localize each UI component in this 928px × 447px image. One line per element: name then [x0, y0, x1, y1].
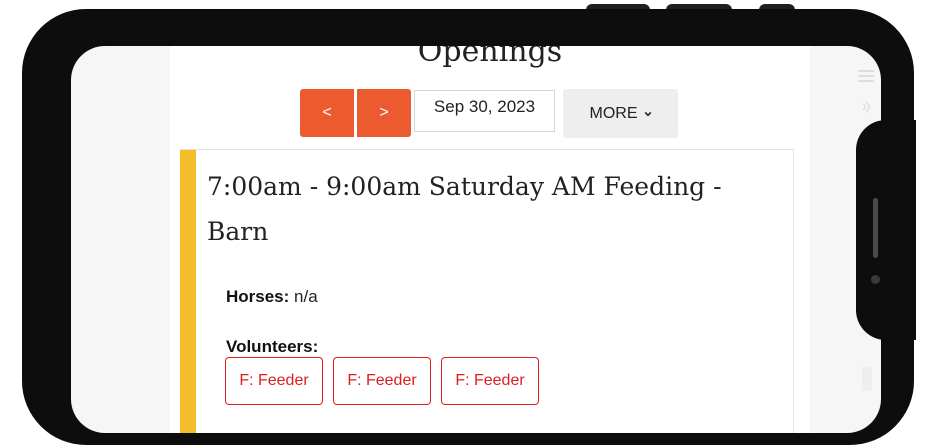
volunteer-slot-button[interactable]: F: Feeder: [441, 357, 539, 405]
phone-camera: [871, 275, 880, 284]
volunteer-slot-button[interactable]: F: Feeder: [333, 357, 431, 405]
horses-label: Horses:: [226, 287, 290, 306]
date-field[interactable]: Sep 30, 2023: [414, 90, 555, 132]
phone-screen: Openings < > Sep 30, 2023 MORE 7:00am - …: [71, 46, 881, 433]
shift-card-accent: [180, 150, 196, 433]
shift-title: 7:00am - 9:00am Saturday AM Feeding - Ba…: [207, 172, 722, 246]
phone-notch: [856, 120, 916, 340]
bookmark-icon: [862, 367, 872, 391]
horses-value: n/a: [294, 287, 318, 306]
shift-card[interactable]: 7:00am - 9:00am Saturday AM Feeding - Ba…: [180, 149, 794, 433]
page-title: Openings: [417, 46, 563, 69]
volunteer-slot-button[interactable]: F: Feeder: [225, 357, 323, 405]
chevron-down-icon: [644, 111, 651, 116]
phone-speaker: [873, 198, 878, 258]
volunteers-label: Volunteers:: [226, 337, 319, 356]
previous-day-button[interactable]: <: [300, 89, 354, 137]
schedule-page: Openings < > Sep 30, 2023 MORE 7:00am - …: [170, 46, 810, 433]
horses-row: Horses: n/a: [226, 287, 318, 307]
phone-frame: Openings < > Sep 30, 2023 MORE 7:00am - …: [22, 9, 914, 445]
more-button-label: MORE: [589, 104, 638, 122]
next-day-button[interactable]: >: [357, 89, 411, 137]
speaker-icon: [862, 101, 870, 113]
menu-icon: [858, 70, 874, 82]
more-button[interactable]: MORE: [563, 89, 678, 138]
volunteer-slots: F: Feeder F: Feeder F: Feeder: [225, 357, 539, 405]
